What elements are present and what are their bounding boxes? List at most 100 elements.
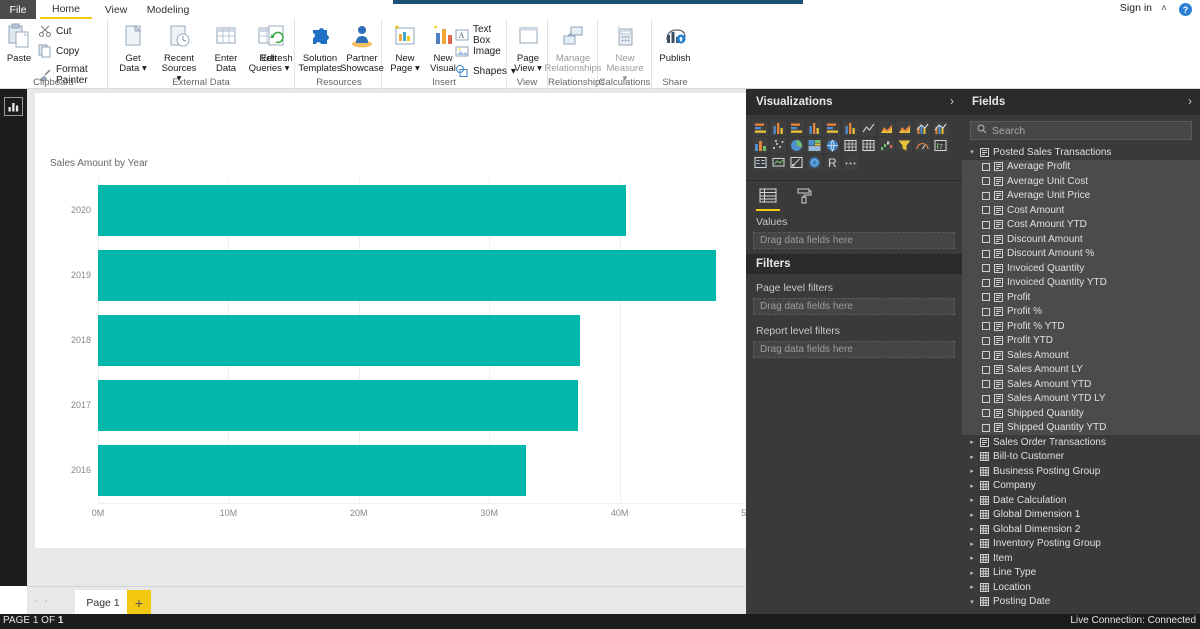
field-table-item[interactable]: ▾ Posting Date: [962, 594, 1200, 609]
clustered-bar-chart-icon[interactable]: [789, 121, 804, 136]
field-table-item[interactable]: ▸ Date Calculation: [962, 493, 1200, 508]
tab-home[interactable]: Home: [40, 0, 92, 19]
field-checkbox[interactable]: [982, 235, 990, 244]
publish-button[interactable]: Publish: [654, 22, 696, 64]
solution-templates-button[interactable]: Solution Templates: [298, 22, 342, 74]
recent-sources-button[interactable]: Recent Sources ▾: [158, 22, 200, 84]
fields-tab[interactable]: [756, 186, 780, 211]
field-item[interactable]: Sales Amount: [962, 348, 1200, 363]
more-options-icon[interactable]: [843, 155, 858, 170]
chevron-right-icon[interactable]: ▸: [968, 467, 976, 475]
manage-relationships-button[interactable]: Manage Relationships: [544, 22, 602, 74]
field-item[interactable]: Sales Amount LY: [962, 362, 1200, 377]
funnel-chart-icon[interactable]: [897, 138, 912, 153]
page-level-filters-dropzone[interactable]: Drag data fields here: [753, 298, 955, 315]
page-view-button[interactable]: Page View ▾: [507, 22, 549, 74]
field-table-item[interactable]: ▸ Location: [962, 580, 1200, 595]
clustered-column-chart-icon[interactable]: [807, 121, 822, 136]
partner-showcase-button[interactable]: Partner Showcase: [340, 22, 384, 74]
chart-bar[interactable]: [98, 250, 717, 301]
table-icon[interactable]: [861, 138, 876, 153]
field-checkbox[interactable]: [982, 264, 990, 273]
chevron-down-icon[interactable]: ▾: [968, 598, 976, 606]
field-checkbox[interactable]: [982, 380, 990, 389]
field-item[interactable]: Cost Amount: [962, 203, 1200, 218]
report-view-icon[interactable]: [4, 97, 23, 116]
field-table-item[interactable]: ▸ Inventory Posting Group: [962, 536, 1200, 551]
collapse-fields-chevron-icon[interactable]: ›: [1188, 94, 1192, 108]
field-item[interactable]: Profit % YTD: [962, 319, 1200, 334]
multi-row-card-icon[interactable]: [753, 155, 768, 170]
field-checkbox[interactable]: [982, 307, 990, 316]
add-page-button[interactable]: +: [127, 590, 151, 615]
bar-chart-visual[interactable]: Sales Amount by Year 0M10M20M30M40M50M20…: [35, 153, 759, 543]
chart-bar[interactable]: [98, 185, 627, 236]
page-prev-arrow[interactable]: ‹: [35, 596, 38, 605]
field-item[interactable]: Invoiced Quantity: [962, 261, 1200, 276]
field-item[interactable]: Shipped Quantity YTD: [962, 420, 1200, 435]
enter-data-button[interactable]: Enter Data: [205, 22, 247, 74]
line-clustered-column-chart-icon[interactable]: [933, 121, 948, 136]
field-checkbox[interactable]: [982, 220, 990, 229]
chevron-right-icon[interactable]: ▸: [968, 482, 976, 490]
chart-bar[interactable]: [98, 315, 581, 366]
kpi-icon[interactable]: [771, 155, 786, 170]
field-table-item[interactable]: ▸ Business Posting Group: [962, 464, 1200, 479]
chevron-right-icon[interactable]: ▸: [968, 554, 976, 562]
field-table-item[interactable]: ▾ Posted Sales Transactions: [962, 145, 1200, 160]
search-input[interactable]: Search: [992, 125, 1025, 137]
sign-in-link[interactable]: Sign in: [1120, 2, 1152, 14]
stacked-area-chart-icon[interactable]: [897, 121, 912, 136]
100-stacked-column-chart-icon[interactable]: [843, 121, 858, 136]
field-checkbox[interactable]: [982, 423, 990, 432]
field-table-item[interactable]: ▸ Company: [962, 478, 1200, 493]
chevron-right-icon[interactable]: ▸: [968, 453, 976, 461]
line-stacked-column-chart-icon[interactable]: [915, 121, 930, 136]
gauge-chart-icon[interactable]: [915, 138, 930, 153]
chevron-right-icon[interactable]: ▸: [968, 511, 976, 519]
tab-modeling[interactable]: Modeling: [138, 0, 198, 19]
copy-button[interactable]: Copy: [38, 44, 79, 58]
field-item[interactable]: Discount Amount %: [962, 246, 1200, 261]
tab-view[interactable]: View: [96, 0, 136, 19]
page-view-caret[interactable]: ▾: [537, 63, 542, 74]
field-checkbox[interactable]: [982, 191, 990, 200]
new-page-button[interactable]: New Page ▾: [384, 22, 426, 74]
card-icon[interactable]: 7: [933, 138, 948, 153]
field-checkbox[interactable]: [982, 249, 990, 258]
image-button[interactable]: Image: [455, 44, 501, 58]
field-table-item[interactable]: ▸ Sales Order Transactions: [962, 435, 1200, 450]
ribbon-chart-icon[interactable]: [753, 138, 768, 153]
python-visual-icon[interactable]: [807, 155, 822, 170]
collapse-visualizations-chevron-icon[interactable]: ›: [950, 94, 954, 108]
fields-search-box[interactable]: Search: [970, 121, 1192, 140]
cut-button[interactable]: Cut: [38, 24, 72, 38]
100-stacked-bar-chart-icon[interactable]: [825, 121, 840, 136]
field-checkbox[interactable]: [982, 322, 990, 331]
chevron-right-icon[interactable]: ▸: [968, 525, 976, 533]
chevron-right-icon[interactable]: ▸: [968, 569, 976, 577]
pie-chart-icon[interactable]: [789, 138, 804, 153]
field-checkbox[interactable]: [982, 336, 990, 345]
field-item[interactable]: Invoiced Quantity YTD: [962, 275, 1200, 290]
field-checkbox[interactable]: [982, 409, 990, 418]
field-item[interactable]: Discount Amount: [962, 232, 1200, 247]
tab-file[interactable]: File: [0, 0, 36, 19]
field-checkbox[interactable]: [982, 351, 990, 360]
stacked-bar-chart-icon[interactable]: [753, 121, 768, 136]
field-item[interactable]: Shipped Quantity: [962, 406, 1200, 421]
values-dropzone[interactable]: Drag data fields here: [753, 232, 955, 249]
report-level-filters-dropzone[interactable]: Drag data fields here: [753, 341, 955, 358]
field-table-item[interactable]: ▸ Global Dimension 1: [962, 507, 1200, 522]
field-item[interactable]: Sales Amount YTD LY: [962, 391, 1200, 406]
field-checkbox[interactable]: [982, 365, 990, 374]
chevron-down-icon[interactable]: ▾: [968, 148, 976, 156]
paste-button[interactable]: Paste: [3, 22, 35, 64]
get-data-button[interactable]: Get Data ▾: [112, 22, 154, 74]
help-icon[interactable]: ?: [1179, 3, 1192, 16]
field-item[interactable]: Average Unit Price: [962, 188, 1200, 203]
treemap-icon[interactable]: [807, 138, 822, 153]
field-checkbox[interactable]: [982, 278, 990, 287]
field-table-item[interactable]: ▸ Item: [962, 551, 1200, 566]
report-page-canvas[interactable]: Sales Amount by Year 0M10M20M30M40M50M20…: [35, 93, 759, 548]
